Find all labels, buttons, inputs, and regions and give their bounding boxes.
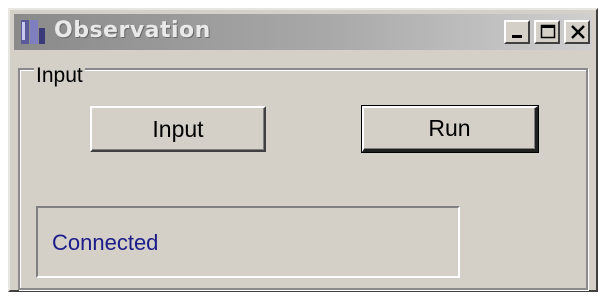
minimize-button[interactable] — [504, 20, 530, 44]
maximize-icon — [540, 24, 556, 39]
observation-window: Observation Input Input Run Connected — [8, 8, 598, 292]
maximize-button[interactable] — [534, 20, 560, 44]
close-button[interactable] — [564, 20, 590, 44]
close-icon — [571, 25, 585, 39]
window-title: Observation — [54, 18, 211, 43]
title-bar[interactable]: Observation — [14, 14, 592, 50]
groupbox-label: Input — [34, 64, 85, 88]
run-button[interactable]: Run — [361, 105, 539, 153]
minimize-icon — [512, 35, 522, 38]
status-text: Connected — [52, 230, 159, 255]
status-panel: Connected — [36, 206, 460, 278]
input-button[interactable]: Input — [90, 106, 266, 152]
app-icon — [20, 18, 50, 46]
